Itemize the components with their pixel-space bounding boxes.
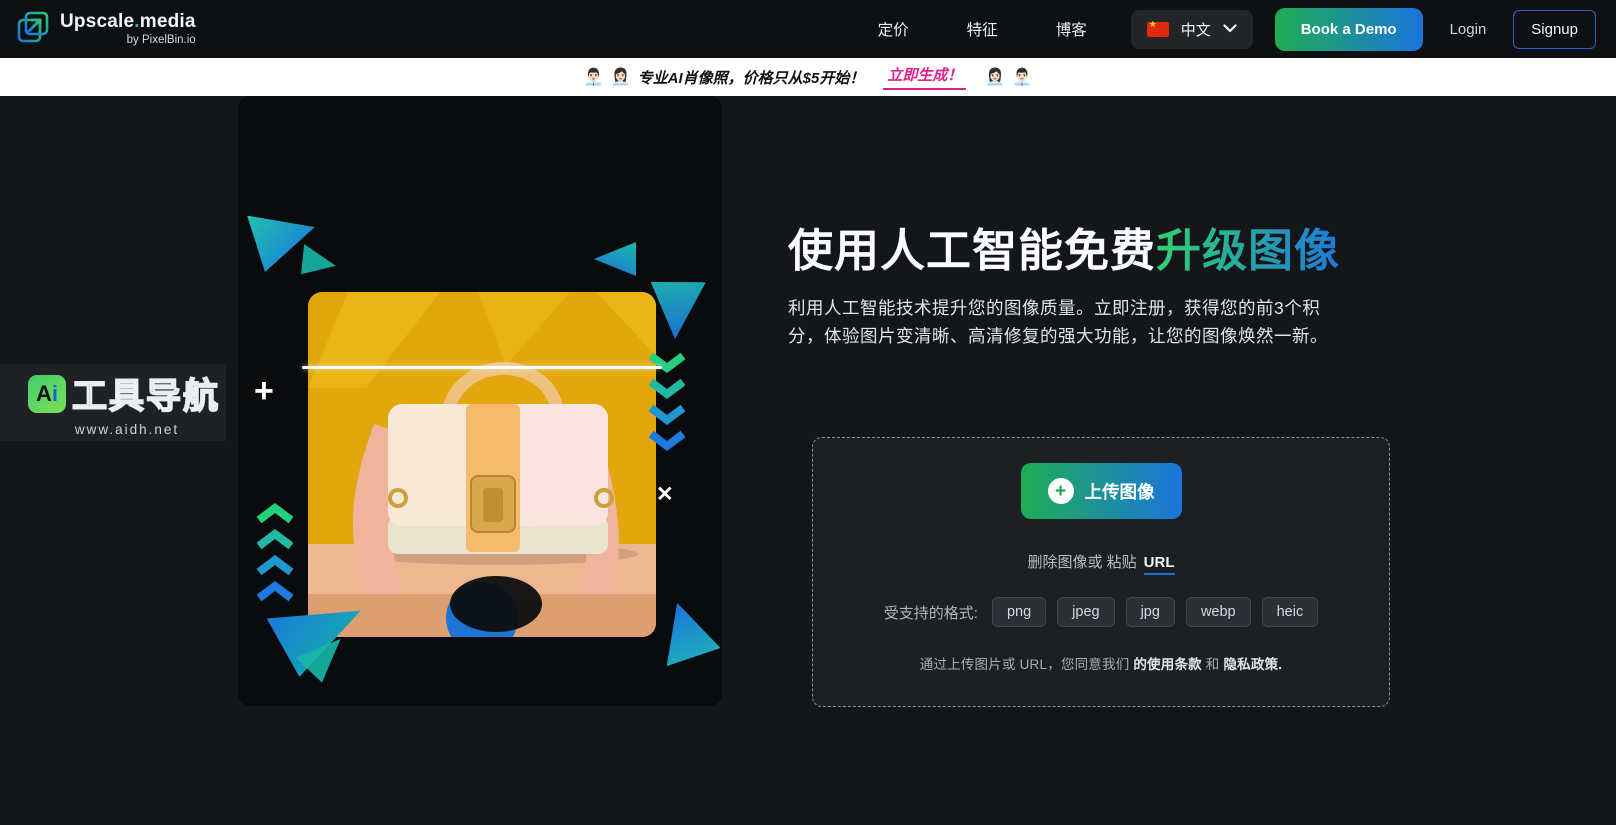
triangle-decoration-icon bbox=[297, 244, 339, 282]
format-chip-jpeg[interactable]: jpeg bbox=[1057, 597, 1114, 627]
plus-icon: + bbox=[1048, 478, 1074, 504]
page-title-gradient: 升级图像 bbox=[1156, 225, 1340, 276]
woman-office-worker-emoji: 👩🏻‍💼 bbox=[985, 67, 1005, 87]
supported-formats: 受支持的格式: png jpeg jpg webp heic bbox=[884, 597, 1318, 627]
terms-notice: 通过上传图片或 URL，您同意我们 的使用条款 和 隐私政策. bbox=[920, 653, 1282, 673]
book-demo-button[interactable]: Book a Demo bbox=[1275, 8, 1423, 51]
nav-link-pricing[interactable]: 定价 bbox=[878, 18, 909, 40]
signup-button[interactable]: Signup bbox=[1513, 10, 1596, 49]
announcement-bar: 👨🏻‍💼 👩🏻‍💼 专业AI肖像照，价格只从$5开始！ 立即生成！ 👩🏻‍💼 👨… bbox=[0, 58, 1616, 96]
upload-dropzone[interactable]: + 上传图像 删除图像或 粘贴URL 受支持的格式: png jpeg jpg … bbox=[812, 437, 1390, 707]
triangle-decoration-icon bbox=[652, 603, 730, 683]
brand-byline: by PixelBin.io bbox=[127, 34, 196, 46]
language-label: 中文 bbox=[1181, 19, 1211, 40]
format-chip-jpg[interactable]: jpg bbox=[1126, 597, 1175, 627]
china-flag-icon bbox=[1147, 22, 1169, 37]
man-office-worker-emoji: 👨🏻‍💼 bbox=[584, 67, 604, 87]
brand-logo[interactable]: Upscale.media by PixelBin.io bbox=[14, 8, 196, 51]
brand-name: Upscale.media bbox=[60, 12, 196, 32]
upscale-logo-icon bbox=[14, 8, 52, 51]
woman-office-worker-emoji: 👩🏻‍💼 bbox=[611, 67, 631, 87]
man-office-worker-emoji: 👨🏻‍💼 bbox=[1012, 67, 1032, 87]
upload-image-button[interactable]: + 上传图像 bbox=[1021, 463, 1182, 519]
plus-marker-icon: + bbox=[254, 374, 274, 408]
top-navbar: Upscale.media by PixelBin.io 定价 特征 博客 中文… bbox=[0, 0, 1616, 58]
format-chip-heic[interactable]: heic bbox=[1262, 597, 1319, 627]
login-link[interactable]: Login bbox=[1450, 21, 1487, 38]
before-after-slider-line bbox=[302, 366, 662, 369]
url-link[interactable]: URL bbox=[1144, 554, 1175, 575]
format-chip-webp[interactable]: webp bbox=[1186, 597, 1251, 627]
nav-link-blog[interactable]: 博客 bbox=[1056, 18, 1087, 40]
main-nav: 定价 特征 博客 bbox=[878, 18, 1087, 40]
chevron-down-icon bbox=[1223, 20, 1237, 38]
language-selector[interactable]: 中文 bbox=[1131, 10, 1253, 49]
aidh-watermark: Ai 工具导航 www.aidh.net bbox=[0, 364, 226, 441]
watermark-title: 工具导航 bbox=[72, 368, 220, 419]
close-marker-icon: ✕ bbox=[656, 484, 674, 505]
product-photo bbox=[308, 292, 656, 637]
nav-link-features[interactable]: 特征 bbox=[967, 18, 998, 40]
demo-visual-panel: + ✕ bbox=[238, 96, 722, 706]
announcement-text: 专业AI肖像照，价格只从$5开始！ bbox=[638, 67, 865, 88]
formats-label: 受支持的格式: bbox=[884, 602, 978, 623]
terms-of-use-link[interactable]: 的使用条款 bbox=[1133, 657, 1202, 672]
triangle-decoration-icon bbox=[594, 242, 636, 276]
upload-button-label: 上传图像 bbox=[1085, 479, 1155, 504]
generate-now-link[interactable]: 立即生成！ bbox=[883, 64, 966, 90]
chevrons-up-icon bbox=[254, 500, 296, 621]
privacy-policy-link[interactable]: 隐私政策. bbox=[1223, 657, 1282, 672]
hero-section: + ✕ Ai 工具导航 www.aidh.net 使用人工智能免费升级图像 利用… bbox=[0, 96, 1616, 825]
page-title: 使用人工智能免费升级图像 bbox=[788, 214, 1340, 279]
ai-badge-icon: Ai bbox=[28, 375, 66, 413]
watermark-url: www.aidh.net bbox=[28, 422, 226, 437]
chevrons-down-icon bbox=[646, 352, 688, 473]
format-chip-png[interactable]: png bbox=[992, 597, 1046, 627]
hero-description: 利用人工智能技术提升您的图像质量。立即注册，获得您的前3个积分，体验图片变清晰、… bbox=[788, 294, 1346, 351]
paste-url-hint: 删除图像或 粘贴URL bbox=[1028, 551, 1175, 572]
